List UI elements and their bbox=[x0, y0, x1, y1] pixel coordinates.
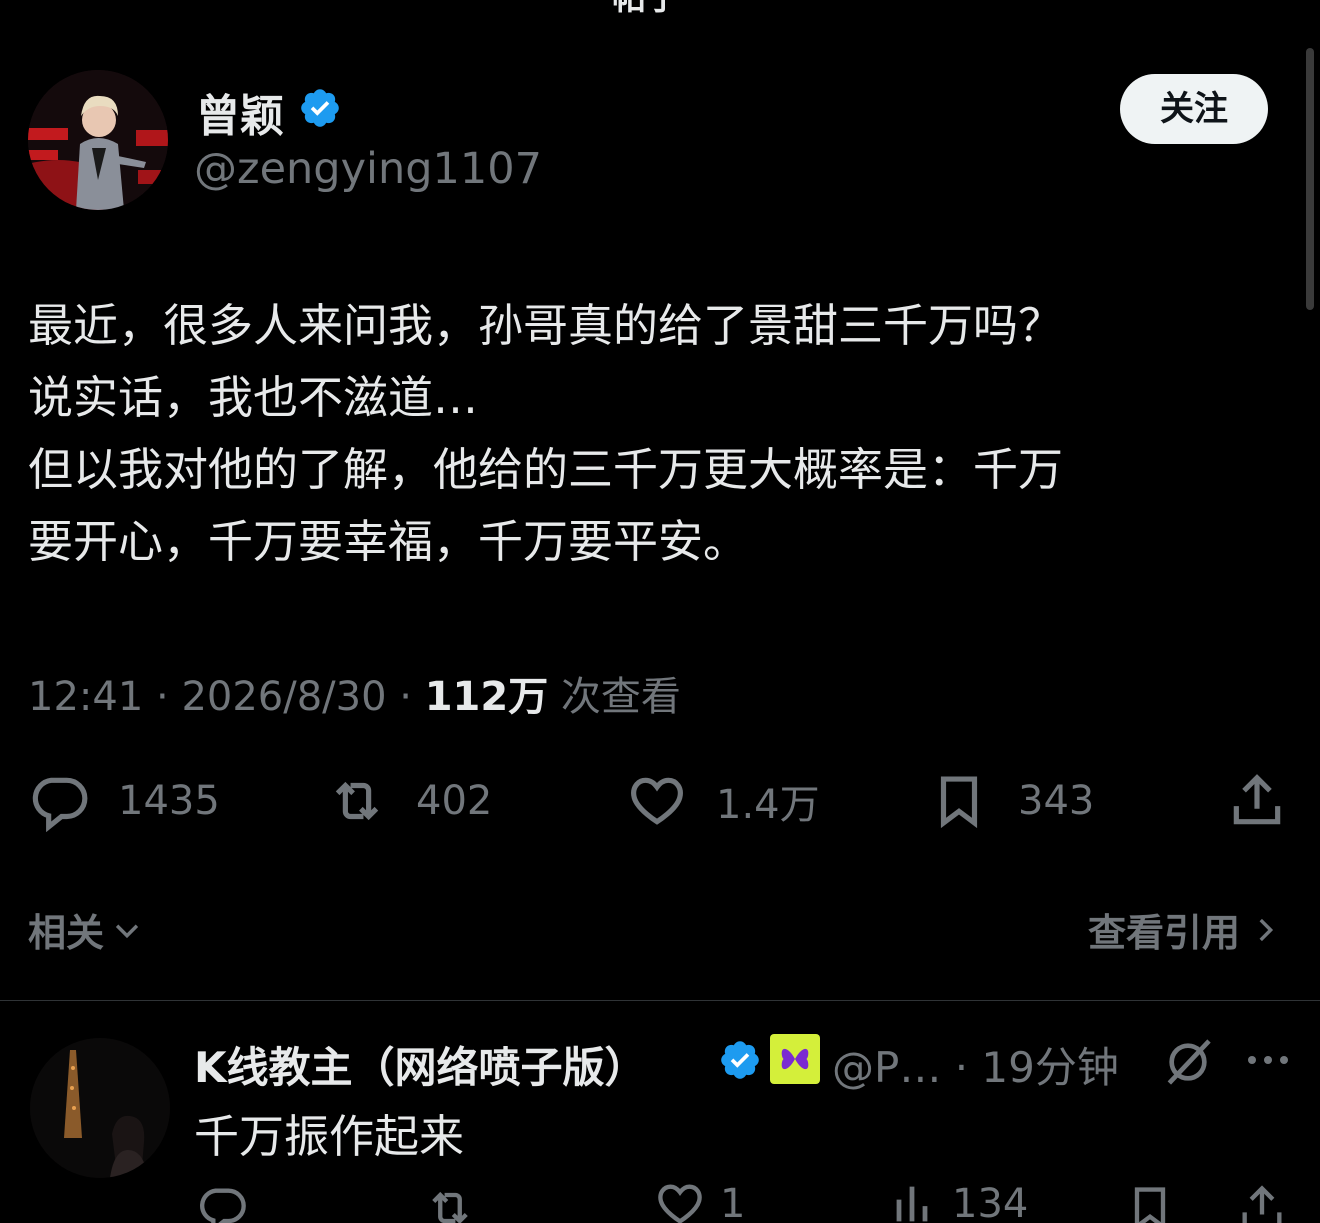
view-quotes-link[interactable]: 查看引用 bbox=[1088, 902, 1282, 957]
reply-retweet-button[interactable] bbox=[424, 1182, 476, 1223]
verified-icon bbox=[721, 1041, 759, 1079]
reply-share-button[interactable] bbox=[1236, 1182, 1288, 1223]
reply-actions: 1 134 bbox=[0, 1182, 1320, 1223]
reply-icon bbox=[32, 777, 88, 832]
author-avatar[interactable] bbox=[28, 70, 168, 210]
verified-icon bbox=[301, 89, 339, 127]
reply-avatar[interactable] bbox=[30, 1038, 170, 1178]
retweet-button[interactable]: 402 bbox=[326, 770, 492, 832]
related-toggle[interactable]: 相关 bbox=[28, 902, 144, 957]
divider bbox=[0, 1000, 1320, 1001]
more-icon[interactable] bbox=[1244, 1050, 1292, 1070]
reply-icon bbox=[200, 1188, 246, 1223]
tweet-meta: 12:41 · 2026/8/30 · 112万 次查看 bbox=[28, 664, 681, 722]
tweet-detail-screen: 帖子 曾颖 @zengying1107 关注 最近，很多人来问我，孙哥真的给了景… bbox=[0, 0, 1320, 1223]
back-arrow-icon[interactable] bbox=[48, 0, 82, 6]
like-icon bbox=[631, 777, 683, 825]
follow-button[interactable]: 关注 bbox=[1120, 74, 1268, 144]
page-title: 帖子 bbox=[612, 0, 680, 19]
chevron-down-icon bbox=[115, 924, 139, 938]
reply-bookmark-button[interactable] bbox=[1124, 1182, 1176, 1223]
reply-like-button[interactable]: 1 bbox=[654, 1182, 745, 1223]
author-handle[interactable]: @zengying1107 bbox=[194, 144, 542, 194]
retweet-count: 402 bbox=[416, 778, 493, 824]
tweet-date[interactable]: 2026/8/30 bbox=[181, 674, 386, 720]
top-header: 帖子 bbox=[0, 0, 1320, 18]
view-quotes-label: 查看引用 bbox=[1087, 911, 1240, 955]
reply-time[interactable]: 19分钟 bbox=[981, 1043, 1118, 1092]
retweet-icon bbox=[335, 781, 379, 821]
bookmark-icon bbox=[940, 776, 978, 829]
reply-count: 1435 bbox=[118, 778, 220, 824]
like-button[interactable]: 1.4万 bbox=[626, 770, 820, 832]
view-count: 112万 bbox=[424, 674, 549, 720]
chevron-right-icon bbox=[1259, 918, 1274, 941]
bookmark-count: 343 bbox=[1018, 778, 1095, 824]
reply-reply-button[interactable] bbox=[196, 1182, 248, 1223]
tweet-time[interactable]: 12:41 bbox=[28, 674, 143, 720]
reply-button[interactable]: 1435 bbox=[28, 770, 220, 832]
tweet-text: 最近，很多人来问我，孙哥真的给了景甜三千万吗？ 说实话，我也不滋道… 但以我对他… bbox=[28, 299, 1064, 568]
reply-handle-time[interactable]: @P… · 19分钟 bbox=[832, 1034, 1119, 1095]
bookmark-button[interactable]: 343 bbox=[928, 770, 1094, 832]
share-icon bbox=[1242, 1185, 1282, 1223]
affiliate-badge[interactable] bbox=[770, 1034, 820, 1084]
views-icon bbox=[896, 1186, 928, 1222]
author-name[interactable]: 曾颖 bbox=[196, 80, 284, 144]
butterfly-icon bbox=[781, 1048, 809, 1070]
reply-text: 千万振作起来 bbox=[194, 1110, 465, 1163]
reply-like-count: 1 bbox=[720, 1182, 746, 1223]
reply-handle[interactable]: @P… bbox=[832, 1043, 941, 1092]
meta-separator: · bbox=[399, 674, 425, 720]
bookmark-icon bbox=[1134, 1187, 1166, 1223]
related-label: 相关 bbox=[28, 911, 105, 955]
share-button[interactable] bbox=[1226, 770, 1288, 832]
like-count: 1.4万 bbox=[716, 782, 820, 828]
reply-view-count: 134 bbox=[952, 1182, 1029, 1223]
reply-author-name[interactable]: K线教主（网络喷子版） bbox=[194, 1034, 647, 1095]
view-count-label: 次查看 bbox=[560, 674, 681, 720]
retweet-icon bbox=[432, 1191, 468, 1223]
grok-icon[interactable] bbox=[1160, 1034, 1216, 1090]
meta-separator: · bbox=[954, 1043, 982, 1092]
meta-separator: · bbox=[156, 674, 182, 720]
scrollbar[interactable] bbox=[1306, 48, 1314, 310]
reply-views-button[interactable]: 134 bbox=[886, 1182, 1028, 1223]
share-icon bbox=[1233, 774, 1281, 825]
like-icon bbox=[658, 1184, 702, 1223]
